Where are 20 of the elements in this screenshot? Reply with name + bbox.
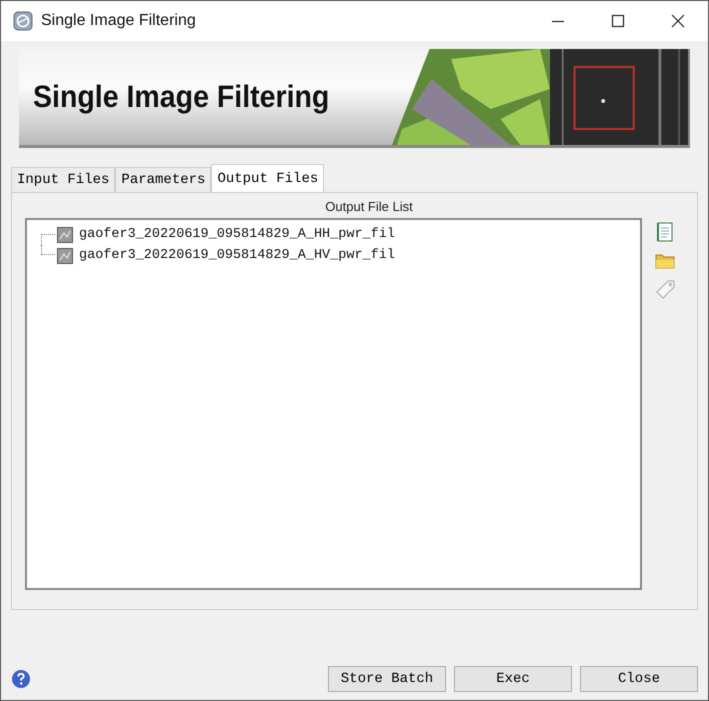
list-title: Output File List — [325, 199, 413, 214]
tab[interactable]: Parameters — [115, 167, 212, 192]
image-file-icon — [57, 248, 73, 264]
tree-connector — [41, 245, 55, 255]
banner-title: Single Image Filtering — [33, 79, 330, 115]
close-icon[interactable] — [670, 13, 686, 29]
dialog-button[interactable]: Store Batch — [328, 666, 446, 692]
file-name[interactable]: gaofer3_20220619_095814829_A_HV_pwr_fil — [79, 248, 395, 263]
app-icon — [13, 11, 33, 31]
tab[interactable]: Output Files — [211, 164, 324, 192]
notepad-icon[interactable] — [655, 222, 675, 242]
help-icon[interactable] — [11, 669, 31, 689]
dialog-button[interactable]: Close — [580, 666, 698, 692]
window-title: Single Image Filtering — [41, 12, 196, 30]
maximize-icon[interactable] — [610, 13, 626, 29]
file-name[interactable]: gaofer3_20220619_095814829_A_HH_pwr_fil — [79, 227, 395, 242]
tree-connector — [41, 234, 55, 245]
tab[interactable]: Input Files — [11, 167, 116, 192]
image-file-icon — [57, 226, 73, 242]
dialog-button[interactable]: Exec — [454, 666, 572, 692]
